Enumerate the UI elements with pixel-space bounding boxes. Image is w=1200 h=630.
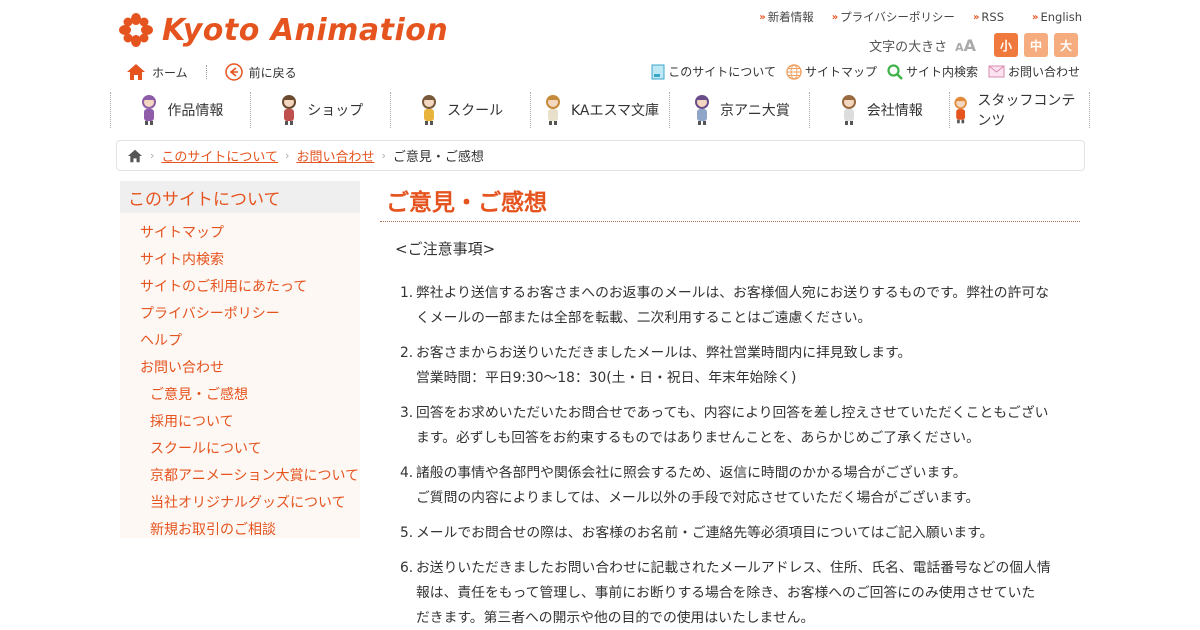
nav-kyoani-award[interactable]: 京アニ大賞 — [669, 92, 809, 128]
sidebar-item-help[interactable]: ヘルプ — [120, 326, 360, 353]
sidebar-item-contact[interactable]: お問い合わせ — [120, 353, 360, 380]
character-award-icon — [695, 95, 709, 125]
character-company-icon — [841, 95, 856, 125]
globe-icon — [786, 63, 802, 80]
breadcrumb-separator-icon: › — [285, 149, 290, 162]
breadcrumb: › このサイトについて › お問い合わせ › ご意見・ご感想 — [116, 140, 1085, 171]
main-content: ご意見・ご感想 <ご注意事項> 1. 弊社より送信するお客さまへのお返事のメールは… — [380, 181, 1080, 630]
nav-works[interactable]: 作品情報 — [110, 92, 250, 128]
site-logo[interactable]: Kyoto Animation — [118, 10, 448, 50]
site-search-link[interactable]: サイト内検索 — [887, 63, 978, 80]
flower-logo-icon — [119, 13, 153, 47]
sidebar-item-terms-of-use[interactable]: サイトのご利用にあたって — [120, 272, 360, 299]
sidebar: このサイトについて サイトマップ サイト内検索 サイトのご利用にあたって プライ… — [120, 181, 360, 538]
font-size-medium-button[interactable]: 中 — [1024, 33, 1048, 57]
page-title: ご意見・ご感想 — [380, 181, 1080, 222]
notes-list: 1. 弊社より送信するお客さまへのお返事のメールは、お客様個人宛にお送りするもので… — [400, 281, 1080, 630]
font-size-control: 文字の大きさ AA 小 中 大 — [869, 33, 1078, 57]
list-item: 1. 弊社より送信するお客さまへのお返事のメールは、お客様個人宛にお送りするもので… — [400, 285, 1049, 326]
sidebar-subitem-new-business[interactable]: 新規お取引のご相談 — [120, 515, 360, 542]
home-icon — [127, 64, 145, 80]
character-school-icon — [422, 95, 437, 125]
breadcrumb-home-icon[interactable] — [127, 149, 143, 163]
sidebar-subitem-feedback[interactable]: ご意見・ご感想 — [120, 380, 360, 407]
list-item: 4. 諸般の事情や各部門や関係会社に照会するため、返信に時間のかかる場合がございま… — [400, 465, 980, 506]
utility-bar: ホーム 前に戻る このサイトについて サイトマップ サイト内検索 お問い合わせ — [118, 63, 1082, 85]
list-item: 2. お客さまからお送りいただきましたメールは、弊社営業時間内に拝見致します。 営業… — [400, 345, 912, 386]
breadcrumb-separator-icon: › — [150, 149, 155, 162]
font-size-large-button[interactable]: 大 — [1054, 33, 1078, 57]
mail-icon — [988, 65, 1005, 78]
notice-heading: <ご注意事項> — [395, 240, 496, 258]
nav-staff-contents[interactable]: スタッフコンテンツ — [949, 92, 1091, 129]
character-staff-icon — [954, 96, 967, 124]
font-size-aa-icon: AA — [955, 35, 976, 55]
contact-link[interactable]: お問い合わせ — [988, 63, 1080, 80]
top-links: » 新着情報 » プライバシーポリシー » RSS » English — [759, 9, 1082, 25]
home-link[interactable]: ホーム — [126, 63, 188, 81]
character-shop-icon — [282, 95, 297, 125]
nav-shop[interactable]: ショップ — [249, 92, 390, 128]
nav-ka-esuma-bunko[interactable]: KAエスマ文庫 — [529, 92, 670, 128]
nav-school[interactable]: スクール — [389, 92, 530, 128]
top-link-news[interactable]: » 新着情報 — [759, 9, 813, 25]
divider — [205, 65, 207, 79]
search-icon — [887, 63, 903, 80]
font-size-small-button[interactable]: 小 — [994, 33, 1018, 57]
nav-company-info[interactable]: 会社情報 — [809, 92, 949, 128]
sidebar-subitem-award[interactable]: 京都アニメーション大賞について — [120, 461, 360, 488]
sidebar-subitem-goods[interactable]: 当社オリジナルグッズについて — [120, 488, 360, 515]
main-nav: 作品情報 ショップ スクール KAエスマ文庫 京アニ大賞 会社情報 スタッフコン… — [110, 92, 1091, 129]
breadcrumb-about-site[interactable]: このサイトについて — [161, 146, 278, 165]
back-link[interactable]: 前に戻る — [224, 63, 297, 81]
logo-text: Kyoto Animation — [162, 12, 449, 48]
about-site-link[interactable]: このサイトについて — [651, 63, 776, 80]
sidebar-item-sitemap[interactable]: サイトマップ — [120, 218, 360, 245]
chevron-right-icon: » — [759, 11, 766, 23]
breadcrumb-separator-icon: › — [381, 149, 386, 162]
sidebar-item-site-search[interactable]: サイト内検索 — [120, 245, 360, 272]
breadcrumb-contact[interactable]: お問い合わせ — [296, 146, 374, 165]
list-item: 6. お送りいただきましたお問い合わせに記載されたメールアドレス、住所、氏名、電話… — [400, 560, 1051, 626]
list-item: 3. 回答をお求めいただいたお問合せであっても、内容により回答を差し控えさせていた… — [400, 405, 1049, 446]
font-size-label: 文字の大きさ — [869, 39, 948, 55]
sitemap-link[interactable]: サイトマップ — [786, 63, 877, 80]
sidebar-subitem-school[interactable]: スクールについて — [120, 434, 360, 461]
breadcrumb-current: ご意見・ご感想 — [392, 150, 484, 165]
sidebar-subitem-recruitment[interactable]: 採用について — [120, 407, 360, 434]
chevron-right-icon: » — [831, 11, 839, 23]
back-arrow-icon — [224, 63, 243, 81]
character-works-icon — [142, 95, 157, 125]
sidebar-item-privacy-policy[interactable]: プライバシーポリシー — [120, 299, 360, 326]
list-item: 5. メールでお問合せの際は、お客様のお名前・ご連絡先等必須項目についてはご記入願… — [400, 525, 994, 541]
chevron-right-icon: » — [1032, 11, 1039, 23]
document-icon — [651, 64, 665, 79]
top-link-english[interactable]: » English — [1032, 9, 1082, 25]
top-link-rss[interactable]: » RSS — [973, 9, 1004, 25]
sidebar-heading[interactable]: このサイトについて — [120, 181, 360, 213]
top-link-privacy[interactable]: » プライバシーポリシー — [832, 9, 955, 25]
character-bunko-icon — [545, 95, 560, 125]
chevron-right-icon: » — [972, 11, 980, 23]
